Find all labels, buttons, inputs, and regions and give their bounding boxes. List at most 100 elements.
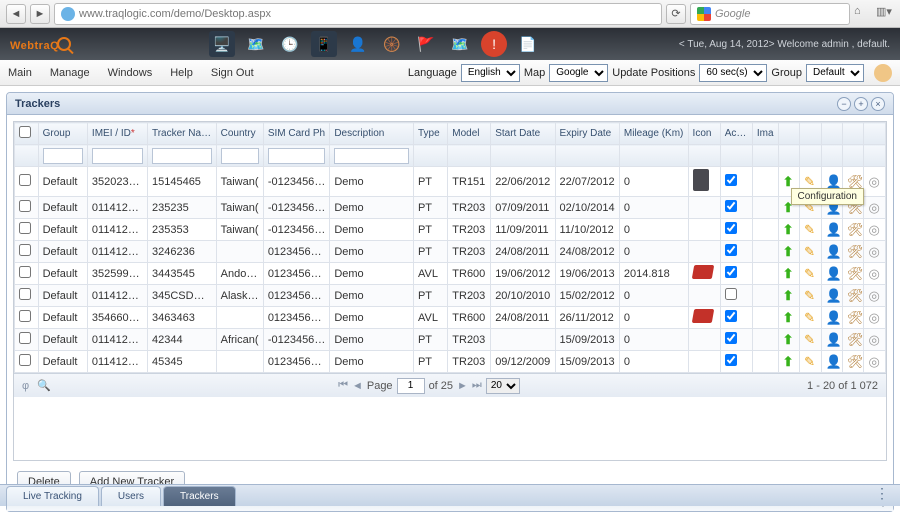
row-checkbox[interactable] [19, 354, 31, 366]
wheel-icon[interactable]: ◎ [868, 174, 879, 189]
filter-input[interactable] [152, 148, 212, 164]
col-header[interactable]: Ima [752, 123, 778, 145]
menu-manage[interactable]: Manage [50, 67, 90, 79]
edit-icon[interactable]: ✎ [804, 174, 815, 189]
config-icon[interactable]: 🛠 [847, 288, 864, 303]
edit-icon[interactable]: ✎ [804, 244, 815, 259]
select-all-checkbox[interactable] [19, 126, 31, 138]
board-icon[interactable]: 🖥️ [209, 31, 235, 57]
current-user-icon[interactable] [874, 64, 892, 82]
search-icon[interactable]: 🔍 [37, 379, 51, 392]
url-bar[interactable]: www.traqlogic.com/demo/Desktop.aspx [54, 3, 662, 25]
table-row[interactable]: Default35466004434634630123456789DemoAVL… [15, 307, 886, 329]
fwd-button[interactable]: ► [30, 4, 50, 24]
person-icon[interactable]: 👤 [826, 222, 843, 237]
menu-help[interactable]: Help [170, 67, 193, 79]
alert-icon[interactable]: ! [481, 31, 507, 57]
expand-icon[interactable]: + [854, 97, 868, 111]
menu-windows[interactable]: Windows [108, 67, 153, 79]
active-checkbox[interactable] [725, 288, 737, 300]
route-icon[interactable]: 🗺️ [447, 31, 473, 57]
col-header[interactable]: Icon [688, 123, 720, 145]
arrow-up-icon[interactable]: ⬆ [783, 288, 794, 303]
active-checkbox[interactable] [725, 354, 737, 366]
table-row[interactable]: Default011412000235235Taiwan(-0123456789… [15, 197, 886, 219]
config-icon[interactable]: 🛠 [847, 222, 864, 237]
col-header[interactable]: Country [216, 123, 263, 145]
filter-input[interactable] [334, 148, 409, 164]
row-checkbox[interactable] [19, 332, 31, 344]
row-checkbox[interactable] [19, 222, 31, 234]
col-header[interactable]: Group [38, 123, 87, 145]
last-page-icon[interactable]: ⏭ [472, 379, 482, 392]
edit-icon[interactable]: ✎ [804, 332, 815, 347]
edit-icon[interactable]: ✎ [804, 354, 815, 369]
col-header[interactable] [821, 123, 842, 145]
table-row[interactable]: Default011412000235353Taiwan(-0123456789… [15, 219, 886, 241]
home-icon[interactable]: ⌂ [854, 5, 872, 23]
col-header[interactable]: Model [448, 123, 491, 145]
prev-page-icon[interactable]: ◄ [352, 380, 363, 392]
config-icon[interactable]: 🛠 [847, 354, 864, 369]
map-select[interactable]: Google [549, 64, 608, 82]
col-header[interactable]: Description [330, 123, 414, 145]
wheel-icon[interactable]: ◎ [868, 310, 879, 325]
arrow-up-icon[interactable]: ⬆ [783, 174, 794, 189]
edit-icon[interactable]: ✎ [804, 222, 815, 237]
wheel-icon[interactable]: ◎ [868, 288, 879, 303]
table-row[interactable]: Default01141200032462360123456789DemoPTT… [15, 241, 886, 263]
more-icon[interactable]: ⋮ [875, 485, 890, 502]
person-icon[interactable]: 👤 [826, 288, 843, 303]
person-icon[interactable]: 👤 [826, 310, 843, 325]
col-header[interactable]: Type [413, 123, 447, 145]
table-row[interactable]: Default011412000453450123456789DemoPTTR2… [15, 351, 886, 373]
tab-live-tracking[interactable]: Live Tracking [6, 486, 99, 506]
arrow-up-icon[interactable]: ⬆ [783, 222, 794, 237]
row-checkbox[interactable] [19, 310, 31, 322]
upd-select[interactable]: 60 sec(s) [699, 64, 767, 82]
page-input[interactable] [397, 378, 425, 394]
wheel-icon[interactable]: ◎ [868, 200, 879, 215]
col-header[interactable] [842, 123, 863, 145]
wheel-icon[interactable]: 🛞 [379, 31, 405, 57]
wheel-icon[interactable]: ◎ [868, 354, 879, 369]
arrow-up-icon[interactable]: ⬆ [783, 244, 794, 259]
person-icon[interactable]: 👤 [826, 332, 843, 347]
tab-trackers[interactable]: Trackers [163, 486, 236, 506]
row-checkbox[interactable] [19, 288, 31, 300]
menu-signout[interactable]: Sign Out [211, 67, 254, 79]
row-checkbox[interactable] [19, 174, 31, 186]
search-box[interactable]: Google [690, 3, 850, 25]
minimize-icon[interactable]: − [837, 97, 851, 111]
config-icon[interactable]: 🛠 [847, 244, 864, 259]
person-icon[interactable]: 👤 [826, 354, 843, 369]
config-icon[interactable]: 🛠 [847, 174, 864, 189]
col-header[interactable]: SIM Card Ph [263, 123, 330, 145]
col-header[interactable]: Mileage (Km) [619, 123, 688, 145]
filter-input[interactable] [43, 148, 83, 164]
active-checkbox[interactable] [725, 310, 737, 322]
wheel-icon[interactable]: ◎ [868, 222, 879, 237]
config-icon[interactable]: 🛠 [847, 310, 864, 325]
lang-select[interactable]: English [461, 64, 520, 82]
page-size-select[interactable]: 20 [486, 378, 520, 394]
wheel-icon[interactable]: ◎ [868, 244, 879, 259]
device-icon[interactable]: 📱 [311, 31, 337, 57]
arrow-up-icon[interactable]: ⬆ [783, 332, 794, 347]
col-header[interactable]: Expiry Date [555, 123, 619, 145]
col-header[interactable]: Start Date [491, 123, 555, 145]
menu-main[interactable]: Main [8, 67, 32, 79]
active-checkbox[interactable] [725, 222, 737, 234]
flag-icon[interactable]: 🚩 [413, 31, 439, 57]
report-icon[interactable]: 📄 [515, 31, 541, 57]
grp-select[interactable]: Default [806, 64, 864, 82]
table-row[interactable]: Default3525990433443545Andorra0123456789… [15, 263, 886, 285]
wheel-icon[interactable]: ◎ [868, 332, 879, 347]
table-row[interactable]: Default35202300615145465Taiwan(-01234567… [15, 167, 886, 197]
active-checkbox[interactable] [725, 266, 737, 278]
filter-input[interactable] [221, 148, 259, 164]
table-row[interactable]: Default01141200042344African(-0123456789… [15, 329, 886, 351]
col-header[interactable] [15, 123, 39, 145]
user-icon[interactable]: 👤 [345, 31, 371, 57]
edit-icon[interactable]: ✎ [804, 266, 815, 281]
